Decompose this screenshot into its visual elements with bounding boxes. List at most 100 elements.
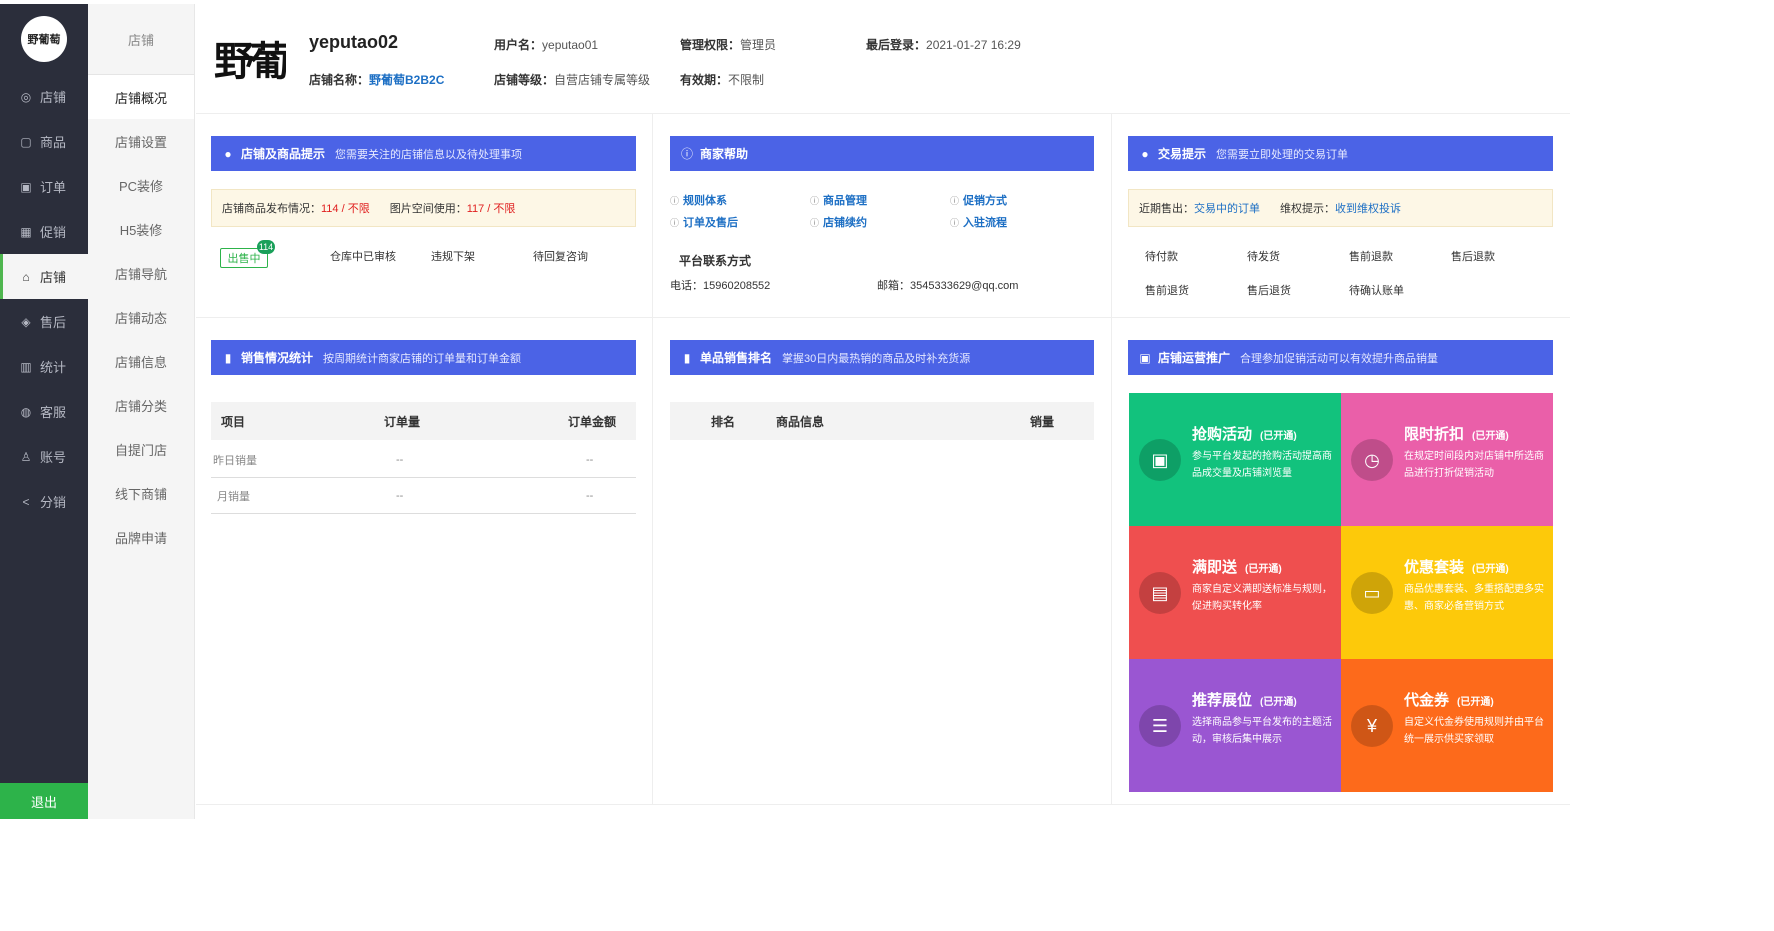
share-icon: < <box>22 494 30 509</box>
submenu-item-news[interactable]: 店铺动态 <box>88 295 194 339</box>
store-logo: 野葡 <box>214 38 286 85</box>
yen-icon: ¥ <box>1351 705 1393 747</box>
submenu-item-offline-store[interactable]: 线下商铺 <box>88 471 194 515</box>
status-violation-removed[interactable]: 违规下架 <box>431 248 475 264</box>
row-item: 昨日销量 <box>213 454 257 467</box>
trade-tips-title: 交易提示 <box>1158 147 1207 161</box>
promo-tile-flash-sale[interactable]: ▣ 抢购活动 (已开通) 参与平台发起的抢购活动提高商品成交量及店铺浏览量 <box>1129 393 1341 526</box>
nav-item-promotion[interactable]: ▦ 促销 <box>0 209 88 254</box>
info-small-icon: ⓘ <box>950 196 960 206</box>
recent-orders-link[interactable]: 交易中的订单 <box>1194 200 1260 216</box>
nav-item-goods[interactable]: ▢ 商品 <box>0 119 88 164</box>
nav-item-store-overview[interactable]: ◎ 店铺 <box>0 74 88 119</box>
nav-item-customer-service[interactable]: ◍ 客服 <box>0 389 88 434</box>
username-field: 用户名：yeputao01 <box>494 36 598 53</box>
main-content: 野葡 yeputao02 用户名：yeputao01 管理权限：管理员 最后登录… <box>196 4 1570 819</box>
trade-presale-return[interactable]: 售前退货 <box>1145 282 1189 298</box>
submenu-item-pickup-store[interactable]: 自提门店 <box>88 427 194 471</box>
help-link-label: 规则体系 <box>683 195 728 207</box>
ranking-desc: 掌握30日内最热销的商品及时补充货源 <box>782 352 971 365</box>
col-sales: 销量 <box>1030 414 1055 429</box>
trade-presale-refund[interactable]: 售前退款 <box>1349 248 1393 264</box>
submenu-item-overview[interactable]: 店铺概况 <box>88 75 194 119</box>
submenu-item-brand-apply[interactable]: 品牌申请 <box>88 515 194 559</box>
trade-pending-shipment[interactable]: 待发货 <box>1247 248 1280 264</box>
store-level-field: 店铺等级：自营店铺专属等级 <box>494 71 650 88</box>
promo-title: 限时折扣 (已开通) <box>1404 423 1509 444</box>
validity-field: 有效期：不限制 <box>680 71 764 88</box>
store-name-link[interactable]: 野葡萄B2B2C <box>369 73 444 87</box>
promo-title: 优惠套装 (已开通) <box>1404 556 1509 577</box>
rights-complaint-link[interactable]: 收到维权投诉 <box>1335 200 1401 216</box>
submenu-item-navigation[interactable]: 店铺导航 <box>88 251 194 295</box>
promo-tile-recommend[interactable]: ☰ 推荐展位 (已开通) 选择商品参与平台发布的主题活动，审核后集中展示 <box>1129 659 1341 792</box>
col-orders: 订单量 <box>384 414 421 429</box>
brand-logo[interactable]: 野葡萄 <box>0 4 88 74</box>
chart-icon: ▥ <box>20 359 32 374</box>
submenu-item-info[interactable]: 店铺信息 <box>88 339 194 383</box>
submenu-item-settings[interactable]: 店铺设置 <box>88 119 194 163</box>
goods-tips-desc: 您需要关注的店铺信息以及待处理事项 <box>335 148 523 161</box>
nav-item-statistics[interactable]: ▥ 统计 <box>0 344 88 389</box>
nav-item-after-sales[interactable]: ◈ 售后 <box>0 299 88 344</box>
status-pending-consult[interactable]: 待回复咨询 <box>533 248 588 264</box>
trade-pending-bill[interactable]: 待确认账单 <box>1349 282 1404 298</box>
space-label: 图片空间使用： <box>389 203 467 215</box>
promo-status: (已开通) <box>1245 564 1282 575</box>
order-icon: ▣ <box>20 179 32 194</box>
row-divider <box>196 317 1570 318</box>
store-id: yeputao02 <box>309 32 399 52</box>
table-row: 昨日销量 -- -- <box>211 442 636 478</box>
help-link-goods[interactable]: ⓘ 商品管理 <box>810 192 867 208</box>
submenu-item-h5-decoration[interactable]: H5装修 <box>88 207 194 251</box>
submenu-item-category[interactable]: 店铺分类 <box>88 383 194 427</box>
promo-desc: 自定义代金券使用规则并由平台统一展示供买家领取 <box>1404 717 1544 745</box>
help-link-orders[interactable]: ⓘ 订单及售后 <box>670 214 738 230</box>
store-name-label: 店铺名称： <box>309 73 370 87</box>
help-link-settle[interactable]: ⓘ 入驻流程 <box>950 214 1007 230</box>
promo-title: 推荐展位 (已开通) <box>1192 689 1297 710</box>
promo-status: (已开通) <box>1472 564 1509 575</box>
help-link-rules[interactable]: ⓘ 规则体系 <box>670 192 727 208</box>
trade-aftersale-refund[interactable]: 售后退款 <box>1451 248 1495 264</box>
trade-aftersale-return[interactable]: 售后退货 <box>1247 282 1291 298</box>
nav-item-orders[interactable]: ▣ 订单 <box>0 164 88 209</box>
nav-item-store[interactable]: ⌂ 店铺 <box>0 254 88 299</box>
merchant-help-header: ⓘ 商家帮助 <box>670 136 1094 171</box>
promo-tile-voucher[interactable]: ¥ 代金券 (已开通) 自定义代金券使用规则并由平台统一展示供买家领取 <box>1341 659 1553 792</box>
help-link-promotion[interactable]: ⓘ 促销方式 <box>950 192 1007 208</box>
card-icon: ▭ <box>1351 572 1393 614</box>
contact-title: 平台联系方式 <box>679 254 752 268</box>
help-link-renewal[interactable]: ⓘ 店铺续约 <box>810 214 867 230</box>
phone-value: 15960208552 <box>703 280 771 292</box>
bar-chart-icon: ▮ <box>683 350 691 365</box>
status-warehouse-reviewed[interactable]: 仓库中已审核 <box>330 248 396 264</box>
nav-item-distribution[interactable]: < 分销 <box>0 479 88 524</box>
promo-tile-full-gift[interactable]: ▤ 满即送 (已开通) 商家自定义满即送标准与规则，促进购买转化率 <box>1129 526 1341 659</box>
service-icon: ◍ <box>20 404 32 419</box>
promo-desc: 在规定时间段内对店铺中所选商品进行打折促销活动 <box>1404 451 1544 479</box>
promotion-title: 店铺运营推广 <box>1158 351 1231 365</box>
submenu-item-pc-decoration[interactable]: PC装修 <box>88 163 194 207</box>
column-divider <box>652 114 653 804</box>
promo-title: 抢购活动 (已开通) <box>1192 423 1297 444</box>
promo-title: 代金券 (已开通) <box>1404 689 1494 710</box>
nav-label: 店铺 <box>40 270 67 285</box>
validity-label: 有效期： <box>680 73 729 87</box>
promo-title: 满即送 (已开通) <box>1192 556 1282 577</box>
promo-name: 满即送 <box>1192 559 1238 576</box>
nav-label: 客服 <box>40 405 67 420</box>
promo-tile-bundle[interactable]: ▭ 优惠套装 (已开通) 商品优惠套装、多重搭配更多实惠、商家必备营销方式 <box>1341 526 1553 659</box>
info-small-icon: ⓘ <box>670 218 680 228</box>
promo-tile-time-discount[interactable]: ◷ 限时折扣 (已开通) 在规定时间段内对店铺中所选商品进行打折促销活动 <box>1341 393 1553 526</box>
logout-button[interactable]: 退出 <box>0 783 88 819</box>
trade-pending-payment[interactable]: 待付款 <box>1145 248 1178 264</box>
nav-label: 商品 <box>40 135 67 150</box>
gift-icon: ▣ <box>1139 350 1151 365</box>
sub-menu: 店铺 店铺概况 店铺设置 PC装修 H5装修 店铺导航 店铺动态 店铺信息 店铺… <box>88 4 195 819</box>
nav-label: 促销 <box>40 225 67 240</box>
nav-item-account[interactable]: ♙ 账号 <box>0 434 88 479</box>
promo-status: (已开通) <box>1457 697 1494 708</box>
help-link-label: 订单及售后 <box>683 217 739 229</box>
row-orders: -- <box>396 489 404 502</box>
